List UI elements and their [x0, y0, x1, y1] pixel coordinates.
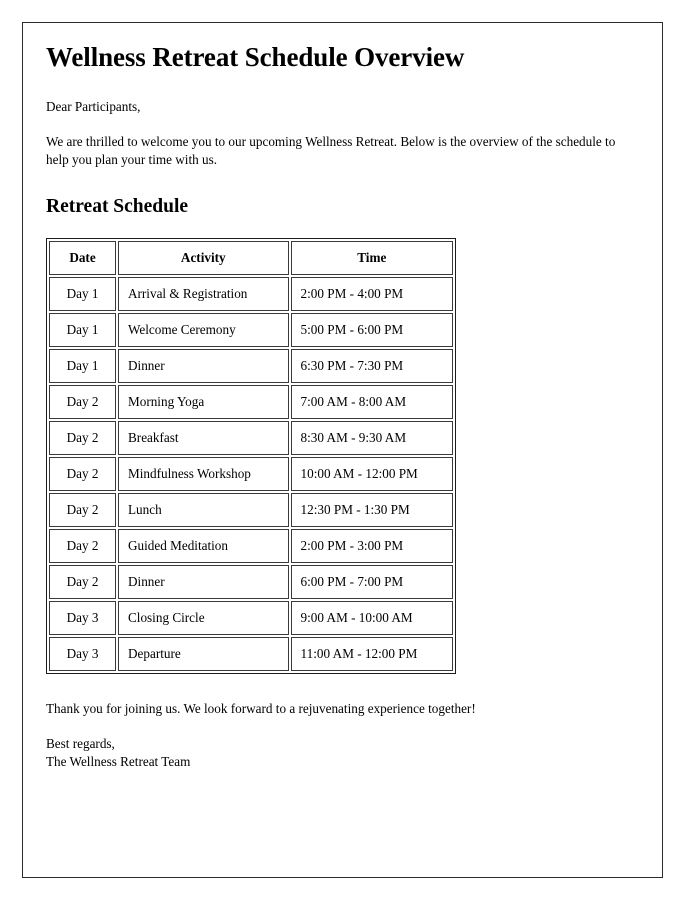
cell-activity: Arrival & Registration: [118, 277, 289, 312]
cell-activity: Dinner: [118, 349, 289, 384]
table-row: Day 2 Morning Yoga 7:00 AM - 8:00 AM: [49, 385, 453, 420]
table-row: Day 2 Lunch 12:30 PM - 1:30 PM: [49, 493, 453, 528]
intro-paragraph: We are thrilled to welcome you to our up…: [46, 134, 616, 168]
cell-time: 6:30 PM - 7:30 PM: [290, 349, 453, 384]
cell-date: Day 1: [49, 313, 116, 348]
table-row: Day 2 Guided Meditation 2:00 PM - 3:00 PM: [49, 529, 453, 564]
cell-time: 5:00 PM - 6:00 PM: [290, 313, 453, 348]
cell-time: 10:00 AM - 12:00 PM: [290, 457, 453, 492]
cell-activity: Welcome Ceremony: [118, 313, 289, 348]
table-row: Day 1 Welcome Ceremony 5:00 PM - 6:00 PM: [49, 313, 453, 348]
closing-paragraph: Thank you for joining us. We look forwar…: [46, 701, 476, 717]
schedule-table-head: Date Activity Time: [49, 241, 453, 276]
cell-date: Day 1: [49, 349, 116, 384]
table-row: Day 2 Mindfulness Workshop 10:00 AM - 12:0…: [49, 457, 453, 492]
table-row: Day 1 Dinner 6:30 PM - 7:30 PM: [49, 349, 453, 384]
salutation-text: Dear Participants,: [46, 98, 141, 114]
cell-activity: Guided Meditation: [118, 529, 289, 564]
signature-closing: Best regards,: [46, 736, 115, 752]
cell-time: 6:00 PM - 7:00 PM: [290, 565, 453, 600]
column-header-time: Time: [290, 241, 453, 276]
schedule-table-body: Day 1 Arrival & Registration 2:00 PM - 4:0…: [49, 277, 453, 672]
cell-date: Day 1: [49, 277, 116, 312]
cell-time: 12:30 PM - 1:30 PM: [290, 493, 453, 528]
cell-activity: Morning Yoga: [118, 385, 289, 420]
cell-activity: Closing Circle: [118, 601, 289, 636]
cell-date: Day 2: [49, 421, 116, 456]
cell-activity: Departure: [118, 637, 289, 672]
column-header-activity: Activity: [118, 241, 289, 276]
page-title: Wellness Retreat Schedule Overview: [46, 42, 465, 72]
column-header-date: Date: [49, 241, 116, 276]
table-row: Day 3 Closing Circle 9:00 AM - 10:00 AM: [49, 601, 453, 636]
cell-time: 2:00 PM - 3:00 PM: [290, 529, 453, 564]
cell-date: Day 3: [49, 637, 116, 672]
table-row: Day 3 Departure 11:00 AM - 12:00 PM: [49, 637, 453, 672]
cell-time: 2:00 PM - 4:00 PM: [290, 277, 453, 312]
section-heading-retreat-schedule: Retreat Schedule: [46, 195, 189, 217]
cell-date: Day 2: [49, 529, 116, 564]
cell-activity: Breakfast: [118, 421, 289, 456]
cell-date: Day 2: [49, 493, 116, 528]
cell-time: 7:00 AM - 8:00 AM: [290, 385, 453, 420]
cell-date: Day 3: [49, 601, 116, 636]
signature-block: Best regards, The Wellness Retreat Team: [46, 735, 628, 771]
table-row: Day 2 Breakfast 8:30 AM - 9:30 AM: [49, 421, 453, 456]
cell-date: Day 2: [49, 457, 116, 492]
cell-time: 11:00 AM - 12:00 PM: [290, 637, 453, 672]
cell-time: 9:00 AM - 10:00 AM: [290, 601, 453, 636]
cell-activity: Lunch: [118, 493, 289, 528]
schedule-table: Date Activity Time Day 1 Arrival & Regist…: [46, 238, 456, 675]
cell-date: Day 2: [49, 565, 116, 600]
cell-date: Day 2: [49, 385, 116, 420]
document-page-frame: Wellness Retreat Schedule Overview Dear …: [22, 22, 663, 878]
cell-activity: Dinner: [118, 565, 289, 600]
table-row: Day 1 Arrival & Registration 2:00 PM - 4:0…: [49, 277, 453, 312]
cell-time: 8:30 AM - 9:30 AM: [290, 421, 453, 456]
cell-activity: Mindfulness Workshop: [118, 457, 289, 492]
document-body: Wellness Retreat Schedule Overview Dear …: [46, 42, 628, 771]
signature-sender: The Wellness Retreat Team: [46, 754, 191, 770]
table-row: Day 2 Dinner 6:00 PM - 7:00 PM: [49, 565, 453, 600]
table-header-row: Date Activity Time: [49, 241, 453, 276]
